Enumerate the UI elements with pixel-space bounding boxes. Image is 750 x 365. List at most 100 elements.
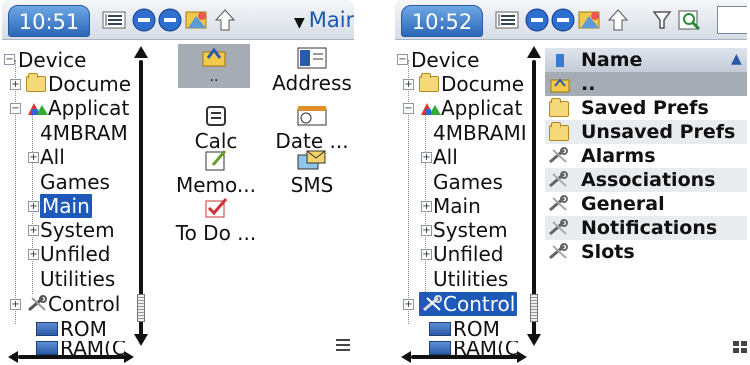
- tree-horizontal-scrollbar[interactable]: [8, 351, 134, 363]
- app-up-folder[interactable]: [178, 44, 250, 70]
- scroll-left-icon[interactable]: [401, 351, 411, 363]
- list-item[interactable]: Alarms: [545, 144, 747, 168]
- app-calc[interactable]: Calc: [168, 104, 264, 152]
- tree-item-all[interactable]: + All: [421, 145, 458, 169]
- scroll-thumb[interactable]: [530, 294, 538, 322]
- tree-item-applications[interactable]: − Applicat: [10, 96, 129, 120]
- tree-vertical-scrollbar[interactable]: [527, 46, 541, 346]
- tree-horizontal-scrollbar[interactable]: [401, 351, 527, 363]
- clock[interactable]: 10:51: [8, 5, 90, 37]
- list-header-name[interactable]: Name ▲: [545, 48, 747, 72]
- tree-item-documents[interactable]: + Docume: [403, 72, 524, 96]
- sort-ascending-icon[interactable]: ▲: [731, 47, 742, 71]
- tree-vertical-scrollbar[interactable]: [134, 46, 148, 346]
- scroll-down-icon[interactable]: [527, 334, 541, 346]
- tree-item-rom[interactable]: ROM: [429, 317, 500, 341]
- scroll-right-icon[interactable]: [124, 351, 134, 363]
- tree-item-games[interactable]: Games: [433, 170, 503, 194]
- expand-icon[interactable]: +: [28, 249, 39, 260]
- expand-icon[interactable]: +: [421, 201, 432, 212]
- tree-item-games[interactable]: Games: [40, 170, 110, 194]
- address-icon: [264, 46, 354, 70]
- scroll-thumb[interactable]: [137, 294, 145, 322]
- wrench-icon: [549, 147, 568, 164]
- expand-icon[interactable]: +: [403, 299, 414, 310]
- tree-item-system[interactable]: + System: [28, 218, 115, 242]
- tree-item-unfiled[interactable]: + Unfiled: [421, 242, 503, 266]
- dropdown-arrow-icon: ▼: [294, 15, 305, 31]
- favorites-icon[interactable]: [577, 8, 603, 32]
- tree-item-device[interactable]: − Device: [4, 48, 86, 72]
- tree-item-documents[interactable]: + Docume: [10, 72, 131, 96]
- forward-icon[interactable]: [551, 8, 575, 32]
- sms-icon: [264, 148, 354, 172]
- app-date[interactable]: Date ...: [264, 104, 354, 152]
- path-field[interactable]: [717, 6, 747, 34]
- filter-icon[interactable]: [651, 8, 673, 32]
- scroll-up-icon[interactable]: [134, 46, 148, 58]
- collapse-icon[interactable]: −: [4, 54, 15, 65]
- app-todo[interactable]: To Do ...: [168, 196, 264, 244]
- expand-icon[interactable]: +: [28, 201, 39, 212]
- collapse-icon[interactable]: −: [397, 54, 408, 65]
- up-arrow-icon[interactable]: [214, 8, 236, 32]
- todo-icon: [168, 196, 264, 220]
- list-item[interactable]: Associations: [545, 168, 747, 192]
- expand-icon[interactable]: +: [421, 225, 432, 236]
- search-icon[interactable]: [677, 8, 703, 32]
- clock[interactable]: 10:52: [401, 5, 483, 37]
- memory-icon: [429, 322, 451, 336]
- tree-item-unfiled[interactable]: + Unfiled: [28, 242, 110, 266]
- tree-item-control[interactable]: + Control: [10, 292, 120, 316]
- menu-icon[interactable]: [336, 336, 350, 351]
- wrench-icon: [549, 243, 568, 260]
- tree-item-utilities[interactable]: Utilities: [40, 267, 115, 291]
- list-item[interactable]: Saved Prefs: [545, 96, 747, 120]
- back-icon[interactable]: [525, 8, 549, 32]
- category-dropdown[interactable]: ▼ Main: [294, 6, 354, 37]
- list-item[interactable]: General: [545, 192, 747, 216]
- scroll-left-icon[interactable]: [8, 351, 18, 363]
- tree-item-device[interactable]: − Device: [397, 48, 479, 72]
- top-toolbar: 10:52: [395, 0, 747, 40]
- up-arrow-icon[interactable]: [607, 8, 629, 32]
- view-toggle-icon[interactable]: [495, 8, 519, 32]
- scroll-up-icon[interactable]: [527, 46, 541, 58]
- tree-item-rom[interactable]: ROM: [36, 317, 107, 341]
- expand-icon[interactable]: +: [28, 152, 39, 163]
- tree-item-utilities[interactable]: Utilities: [433, 267, 508, 291]
- expand-icon[interactable]: +: [421, 249, 432, 260]
- app-up-folder-label-box[interactable]: ..: [178, 70, 250, 88]
- tree-item-4mbram[interactable]: 4MBRAMI: [433, 121, 527, 145]
- tree-item-all[interactable]: + All: [28, 145, 65, 169]
- list-item[interactable]: Notifications: [545, 216, 747, 240]
- forward-icon[interactable]: [158, 8, 182, 32]
- tree-item-control[interactable]: + Control: [403, 291, 518, 317]
- tree-item-main[interactable]: + Main: [421, 194, 481, 218]
- expand-icon[interactable]: +: [10, 79, 21, 90]
- view-toggle-icon[interactable]: [102, 8, 126, 32]
- tree-item-4mbram[interactable]: 4MBRAM: [40, 121, 128, 145]
- expand-icon[interactable]: +: [421, 152, 432, 163]
- expand-icon[interactable]: +: [403, 79, 414, 90]
- scroll-down-icon[interactable]: [134, 334, 148, 346]
- list-item[interactable]: ..: [545, 72, 747, 96]
- collapse-icon[interactable]: −: [403, 103, 414, 114]
- favorites-icon[interactable]: [184, 8, 210, 32]
- expand-icon[interactable]: +: [10, 299, 21, 310]
- expand-icon[interactable]: +: [28, 225, 39, 236]
- back-icon[interactable]: [132, 8, 156, 32]
- collapse-icon[interactable]: −: [10, 103, 21, 114]
- tree-item-applications[interactable]: − Applicat: [403, 96, 522, 120]
- list-item[interactable]: Slots: [545, 240, 747, 264]
- grid-view-icon[interactable]: [733, 338, 747, 353]
- list-item[interactable]: Unsaved Prefs: [545, 120, 747, 144]
- app-address[interactable]: Address: [264, 46, 354, 94]
- app-sms[interactable]: SMS: [264, 148, 354, 196]
- selected-control-node: Control: [419, 291, 518, 317]
- wrench-icon: [26, 295, 48, 313]
- tree-item-system[interactable]: + System: [421, 218, 508, 242]
- tree-item-main[interactable]: + Main: [28, 193, 92, 219]
- scroll-right-icon[interactable]: [517, 351, 527, 363]
- app-memo[interactable]: Memo...: [168, 148, 264, 196]
